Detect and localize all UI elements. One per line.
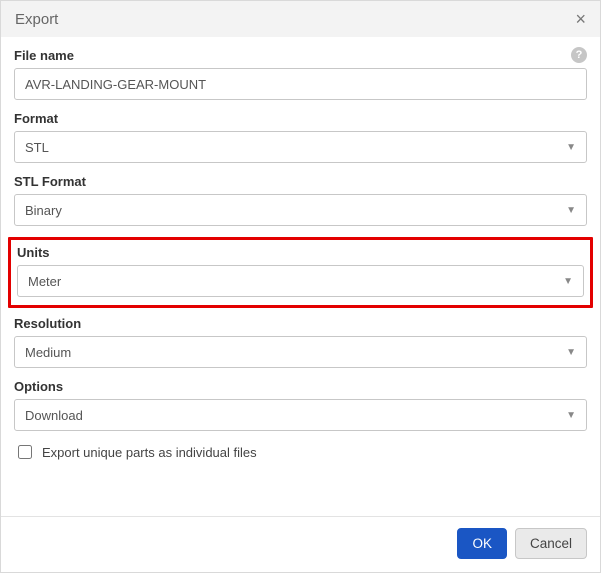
chevron-down-icon: ▼: [566, 205, 576, 216]
units-label: Units: [17, 245, 50, 260]
options-select[interactable]: Download ▼: [14, 399, 587, 431]
format-select[interactable]: STL ▼: [14, 131, 587, 163]
cancel-button[interactable]: Cancel: [515, 528, 587, 559]
export-unique-parts-row[interactable]: Export unique parts as individual files: [14, 442, 587, 462]
dialog-titlebar: Export ×: [1, 1, 600, 37]
chevron-down-icon: ▼: [563, 276, 573, 287]
field-resolution: Resolution Medium ▼: [14, 316, 587, 368]
export-unique-parts-label: Export unique parts as individual files: [42, 445, 257, 460]
units-select[interactable]: Meter ▼: [17, 265, 584, 297]
format-value: STL: [25, 140, 49, 155]
dialog-title: Export: [15, 11, 58, 28]
options-label: Options: [14, 379, 63, 394]
file-name-input[interactable]: [14, 68, 587, 100]
dialog-body: File name ? Format STL ▼ STL Format Bina…: [1, 37, 600, 516]
field-stl-format: STL Format Binary ▼: [14, 174, 587, 226]
resolution-select[interactable]: Medium ▼: [14, 336, 587, 368]
file-name-label: File name: [14, 48, 74, 63]
units-value: Meter: [28, 274, 61, 289]
resolution-value: Medium: [25, 345, 71, 360]
field-options: Options Download ▼: [14, 379, 587, 431]
ok-button[interactable]: OK: [457, 528, 507, 559]
export-unique-parts-checkbox[interactable]: [18, 445, 32, 459]
field-units: Units Meter ▼: [17, 245, 584, 297]
field-format: Format STL ▼: [14, 111, 587, 163]
export-dialog: Export × File name ? Format STL ▼ STL Fo…: [0, 0, 601, 573]
stl-format-value: Binary: [25, 203, 62, 218]
chevron-down-icon: ▼: [566, 347, 576, 358]
options-value: Download: [25, 408, 83, 423]
chevron-down-icon: ▼: [566, 410, 576, 421]
format-label: Format: [14, 111, 58, 126]
chevron-down-icon: ▼: [566, 142, 576, 153]
units-highlight-box: Units Meter ▼: [8, 237, 593, 308]
stl-format-select[interactable]: Binary ▼: [14, 194, 587, 226]
help-icon[interactable]: ?: [571, 47, 587, 63]
resolution-label: Resolution: [14, 316, 81, 331]
close-icon[interactable]: ×: [575, 10, 586, 28]
dialog-footer: OK Cancel: [1, 516, 600, 572]
field-file-name: File name ?: [14, 47, 587, 100]
file-name-label-row: File name ?: [14, 47, 587, 63]
stl-format-label: STL Format: [14, 174, 86, 189]
